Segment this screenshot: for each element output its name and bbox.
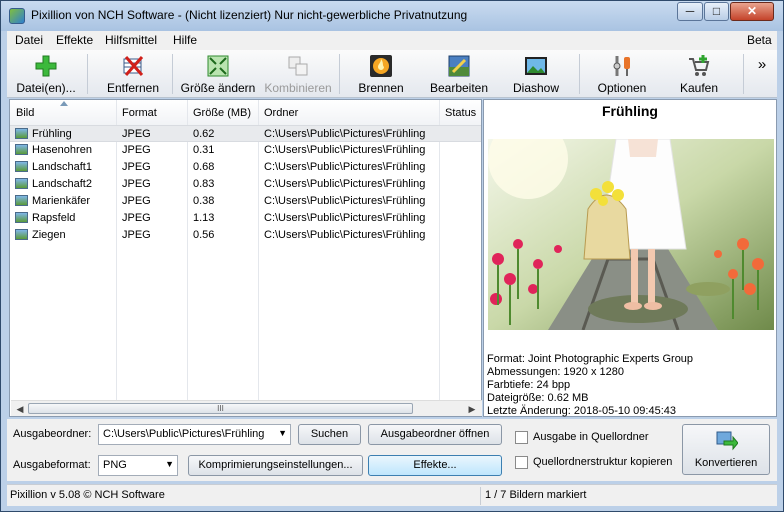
col-header-folder[interactable]: Ordner	[264, 107, 298, 119]
menu-hilfsmittel[interactable]: Hilfsmittel	[105, 33, 157, 47]
image-thumbnail-icon	[15, 212, 28, 223]
col-header-status[interactable]: Status	[445, 107, 476, 119]
sort-ascending-icon	[60, 101, 68, 106]
status-selection: 1 / 7 Bildern markiert	[485, 489, 587, 501]
output-panel: Ausgabeordner: C:\Users\Public\Pictures\…	[7, 419, 777, 481]
combine-icon	[288, 56, 308, 76]
output-format-select[interactable]: PNG ▼	[98, 455, 178, 476]
toolbar-separator	[743, 54, 744, 94]
remove-icon	[123, 56, 144, 76]
table-row[interactable]: Landschaft1 JPEG 0.68 C:\Users\Public\Pi…	[10, 159, 481, 176]
edit-image-icon	[448, 55, 470, 77]
status-bar: Pixillion v 5.08 © NCH Software 1 / 7 Bi…	[7, 484, 777, 506]
resize-button[interactable]: Größe ändern	[177, 50, 259, 98]
scroll-right-icon[interactable]: ▶	[467, 404, 477, 414]
table-row[interactable]: Frühling JPEG 0.62 C:\Users\Public\Pictu…	[10, 125, 481, 142]
browse-button[interactable]: Suchen	[298, 424, 361, 445]
col-header-bild[interactable]: Bild	[16, 107, 34, 119]
burn-disc-icon	[370, 55, 392, 77]
convert-button[interactable]: Konvertieren	[682, 424, 770, 475]
table-row[interactable]: Ziegen JPEG 0.56 C:\Users\Public\Picture…	[10, 227, 481, 244]
menu-effekte[interactable]: Effekte	[56, 33, 93, 47]
more-tools-button[interactable]: »	[751, 50, 773, 98]
info-dimensions: Abmessungen: 1920 x 1280	[487, 366, 624, 378]
output-folder-label: Ausgabeordner:	[13, 428, 92, 440]
table-row[interactable]: Marienkäfer JPEG 0.38 C:\Users\Public\Pi…	[10, 193, 481, 210]
preview-pane: Frühling Format: Joint Photographic Expe…	[483, 99, 777, 417]
compression-settings-button[interactable]: Komprimierungseinstellungen...	[188, 455, 363, 476]
image-thumbnail-icon	[15, 229, 28, 240]
info-file-size: Dateigröße: 0.62 MB	[487, 392, 589, 404]
image-thumbnail-icon	[15, 128, 28, 139]
scroll-left-icon[interactable]: ◀	[15, 404, 25, 414]
status-separator	[480, 487, 481, 505]
add-icon	[35, 55, 57, 77]
info-format: Format: Joint Photographic Experts Group	[487, 353, 694, 365]
menu-datei[interactable]: Datei	[15, 33, 43, 47]
image-info: Format: Joint Photographic Experts Group…	[487, 353, 693, 418]
image-thumbnail-icon	[15, 144, 28, 155]
col-header-format[interactable]: Format	[122, 107, 157, 119]
info-bit-depth: Farbtiefe: 24 bpp	[487, 379, 571, 391]
file-list: Bild Format Größe (MB) Ordner Status Frü…	[9, 99, 482, 417]
dropdown-arrow-icon: ▼	[165, 459, 174, 469]
close-button[interactable]: ✕	[730, 2, 774, 21]
minimize-button[interactable]: ─	[677, 2, 703, 21]
toolbar-separator	[172, 54, 173, 94]
image-thumbnail-icon	[15, 178, 28, 189]
combine-button[interactable]: Kombinieren	[261, 50, 335, 98]
app-icon	[9, 8, 25, 24]
preview-image	[488, 139, 774, 330]
preview-title: Frühling	[602, 103, 658, 119]
title-bar: Pixillion von NCH Software - (Nicht lize…	[1, 1, 783, 31]
effects-button[interactable]: Effekte...	[368, 455, 502, 476]
output-to-source-label: Ausgabe in Quellordner	[533, 431, 649, 443]
burn-button[interactable]: Brennen	[347, 50, 415, 98]
table-row[interactable]: Landschaft2 JPEG 0.83 C:\Users\Public\Pi…	[10, 176, 481, 193]
toolbar: Datei(en)... Entfernen Größe ändern Komb…	[7, 50, 777, 98]
info-last-modified: Letzte Änderung: 2018-05-10 09:45:43	[487, 405, 676, 417]
remove-button[interactable]: Entfernen	[97, 50, 169, 98]
table-row[interactable]: Rapsfeld JPEG 1.13 C:\Users\Public\Pictu…	[10, 210, 481, 227]
shopping-cart-icon	[689, 55, 710, 76]
options-icon	[613, 56, 630, 76]
output-to-source-checkbox[interactable]	[515, 431, 528, 444]
window-title: Pixillion von NCH Software - (Nicht lize…	[31, 8, 468, 22]
buy-button[interactable]: Kaufen	[665, 50, 733, 98]
list-header: Bild Format Größe (MB) Ordner Status	[10, 100, 481, 126]
image-thumbnail-icon	[15, 161, 28, 172]
status-version: Pixillion v 5.08 © NCH Software	[10, 489, 165, 501]
toolbar-separator	[579, 54, 580, 94]
toolbar-separator	[87, 54, 88, 94]
output-format-label: Ausgabeformat:	[13, 459, 91, 471]
dropdown-arrow-icon: ▼	[278, 428, 287, 438]
image-thumbnail-icon	[15, 195, 28, 206]
slideshow-button[interactable]: Diashow	[503, 50, 569, 98]
horizontal-scrollbar[interactable]: ◀ III ▶	[11, 400, 482, 416]
app-window: Pixillion von NCH Software - (Nicht lize…	[0, 0, 784, 512]
copy-folder-structure-label: Quellordnerstruktur kopieren	[533, 456, 673, 468]
slideshow-icon	[525, 57, 547, 75]
scrollbar-thumb[interactable]: III	[28, 403, 413, 414]
convert-icon	[716, 431, 738, 451]
table-row[interactable]: Hasenohren JPEG 0.31 C:\Users\Public\Pic…	[10, 142, 481, 159]
copy-folder-structure-checkbox[interactable]	[515, 456, 528, 469]
beta-label: Beta	[747, 33, 772, 47]
col-header-size[interactable]: Größe (MB)	[193, 107, 251, 119]
edit-button[interactable]: Bearbeiten	[423, 50, 495, 98]
resize-icon	[207, 55, 229, 77]
maximize-button[interactable]: □	[704, 2, 729, 21]
menu-bar: Datei Effekte Hilfsmittel Hilfe Beta	[7, 31, 777, 50]
menu-hilfe[interactable]: Hilfe	[173, 33, 197, 47]
open-output-folder-button[interactable]: Ausgabeordner öffnen	[368, 424, 502, 445]
add-files-button[interactable]: Datei(en)...	[7, 50, 85, 98]
output-folder-field[interactable]: C:\Users\Public\Pictures\Frühling ▼	[98, 424, 291, 445]
options-button[interactable]: Optionen	[589, 50, 655, 98]
toolbar-separator	[339, 54, 340, 94]
